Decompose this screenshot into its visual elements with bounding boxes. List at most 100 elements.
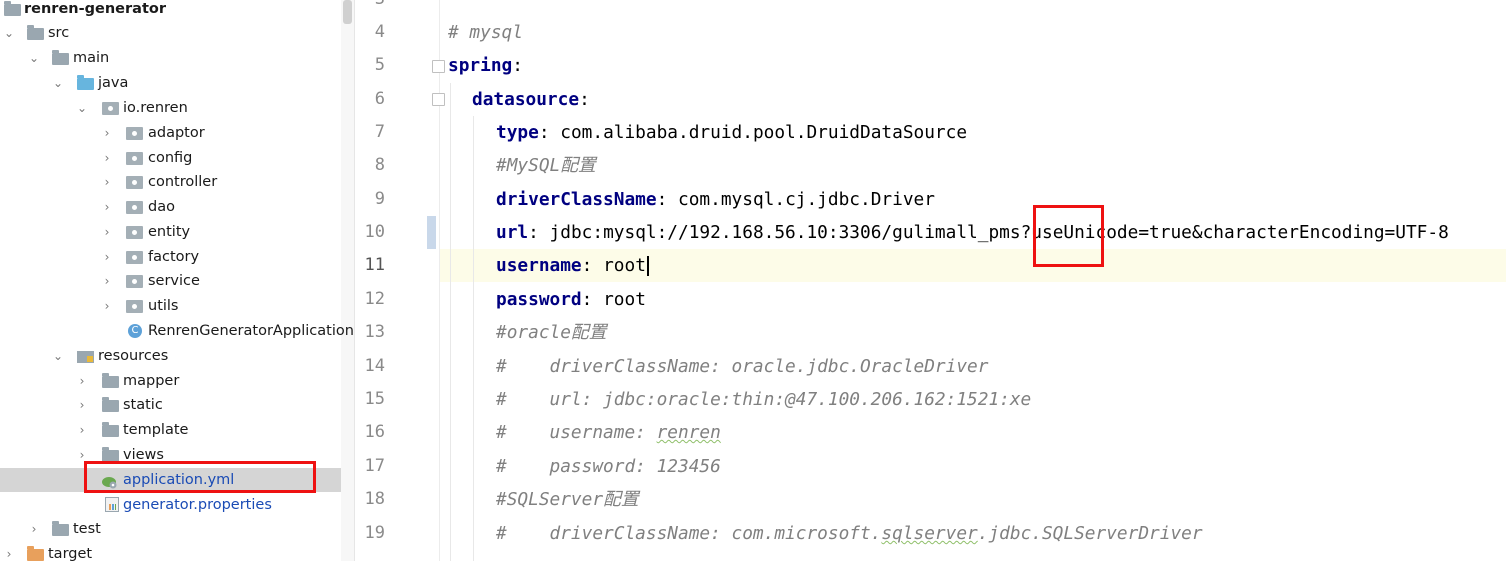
tree-item-entity[interactable]: › entity bbox=[0, 220, 341, 244]
tree-scrollbar-thumb[interactable] bbox=[343, 0, 352, 24]
chevron-right-icon[interactable]: › bbox=[2, 542, 16, 561]
line-number: 17 bbox=[364, 456, 385, 476]
line-number: 6 bbox=[374, 89, 385, 109]
chevron-right-icon[interactable]: › bbox=[100, 269, 114, 293]
folder-icon bbox=[102, 422, 119, 437]
tree-item-test[interactable]: › test bbox=[0, 517, 341, 541]
tree-item-label: src bbox=[48, 25, 70, 41]
tree-item-label: main bbox=[73, 50, 110, 66]
package-icon bbox=[126, 176, 143, 189]
indent-guide bbox=[450, 83, 451, 561]
chevron-down-icon[interactable]: ⌄ bbox=[51, 344, 65, 368]
tree-item-label: utils bbox=[148, 298, 179, 314]
chevron-down-icon[interactable]: ⌄ bbox=[51, 71, 65, 95]
spring-class-icon: C bbox=[128, 324, 142, 338]
line-number: 9 bbox=[374, 189, 385, 209]
tree-item-service[interactable]: › service bbox=[0, 269, 341, 293]
tree-item-java[interactable]: ⌄ java bbox=[0, 71, 341, 95]
chevron-right-icon[interactable]: › bbox=[100, 195, 114, 219]
project-tree-panel: renren-generator ⌄ src ⌄ main ⌄ java ⌄ i… bbox=[0, 0, 355, 561]
chevron-right-icon[interactable]: › bbox=[100, 245, 114, 269]
chevron-right-icon[interactable]: › bbox=[100, 121, 114, 145]
line-number: 7 bbox=[374, 122, 385, 142]
tree-scrollbar[interactable] bbox=[341, 0, 354, 561]
highlight-box-pms bbox=[1033, 205, 1104, 267]
package-icon bbox=[126, 275, 143, 288]
chevron-right-icon[interactable]: › bbox=[100, 294, 114, 318]
tree-item-resources[interactable]: ⌄ resources bbox=[0, 344, 341, 368]
tree-item-main[interactable]: ⌄ main bbox=[0, 46, 341, 70]
code-line-13: #oracle配置 bbox=[496, 322, 607, 343]
tree-item-label: controller bbox=[148, 174, 218, 190]
tree-item-label: factory bbox=[148, 249, 200, 265]
folder-icon bbox=[52, 521, 69, 536]
chevron-down-icon[interactable]: ⌄ bbox=[75, 96, 89, 120]
chevron-right-icon[interactable]: › bbox=[75, 418, 89, 442]
tree-item-renren-generator-application[interactable]: C RenrenGeneratorApplication bbox=[0, 319, 354, 343]
tree-item-label: template bbox=[123, 422, 189, 438]
code-line-14: # driverClassName: oracle.jdbc.OracleDri… bbox=[496, 356, 989, 377]
chevron-right-icon[interactable]: › bbox=[100, 170, 114, 194]
change-marker[interactable] bbox=[427, 216, 436, 249]
resources-folder-icon bbox=[77, 351, 94, 363]
excluded-folder-icon bbox=[27, 546, 44, 561]
code-editor[interactable]: # mysql spring: datasource: type: com.al… bbox=[440, 0, 1506, 561]
folder-icon bbox=[52, 50, 69, 65]
code-line-12: password: root bbox=[496, 289, 646, 310]
tree-item-utils[interactable]: › utils bbox=[0, 294, 341, 318]
tree-item-label: adaptor bbox=[148, 125, 205, 141]
code-line-16: # username: renren bbox=[496, 422, 721, 443]
line-number: 4 bbox=[374, 22, 385, 42]
chevron-right-icon[interactable]: › bbox=[100, 146, 114, 170]
tree-item-static[interactable]: › static bbox=[0, 393, 341, 417]
line-number: 13 bbox=[364, 322, 385, 342]
line-number: 14 bbox=[364, 356, 385, 376]
tree-item-label: test bbox=[73, 521, 101, 537]
tree-item-controller[interactable]: › controller bbox=[0, 170, 341, 194]
project-folder-icon bbox=[4, 1, 21, 16]
code-line-19: # driverClassName: com.microsoft.sqlserv… bbox=[496, 523, 1203, 544]
chevron-right-icon[interactable]: › bbox=[75, 369, 89, 393]
tree-item-dao[interactable]: › dao bbox=[0, 195, 341, 219]
line-number: 10 bbox=[364, 222, 385, 242]
tree-item-io-renren[interactable]: ⌄ io.renren bbox=[0, 96, 341, 120]
tree-item-template[interactable]: › template bbox=[0, 418, 341, 442]
properties-file-icon bbox=[105, 497, 119, 512]
line-number: 12 bbox=[364, 289, 385, 309]
tree-item-adaptor[interactable]: › adaptor bbox=[0, 121, 341, 145]
code-line-10: url: jdbc:mysql://192.168.56.10:3306/gul… bbox=[496, 222, 1449, 243]
chevron-right-icon[interactable]: › bbox=[75, 393, 89, 417]
tree-item-label: renren-generator bbox=[24, 1, 166, 17]
tree-item-src[interactable]: ⌄ src bbox=[0, 21, 341, 45]
code-line-15: # url: jdbc:oracle:thin:@47.100.206.162:… bbox=[496, 389, 1032, 410]
chevron-right-icon[interactable]: › bbox=[100, 220, 114, 244]
tree-item-target[interactable]: › target bbox=[0, 542, 341, 561]
code-line-5: spring: bbox=[448, 55, 523, 76]
chevron-down-icon[interactable]: ⌄ bbox=[2, 21, 16, 45]
tree-item-mapper[interactable]: › mapper bbox=[0, 369, 341, 393]
code-line-18: #SQLServer配置 bbox=[496, 489, 639, 510]
chevron-right-icon[interactable]: › bbox=[27, 517, 41, 541]
line-number: 8 bbox=[374, 155, 385, 175]
code-line-11: username: root bbox=[496, 249, 649, 282]
tree-item-factory[interactable]: › factory bbox=[0, 245, 341, 269]
tree-item-label: java bbox=[98, 75, 129, 91]
editor-gutter: 3 4 5 6 7 8 9 10 11 12 13 14 15 16 17 18… bbox=[355, 0, 440, 561]
package-icon bbox=[126, 300, 143, 313]
tree-item-label: io.renren bbox=[123, 100, 188, 116]
chevron-down-icon[interactable]: ⌄ bbox=[27, 46, 41, 70]
highlight-box-application-yml bbox=[84, 461, 316, 493]
tree-item-label: entity bbox=[148, 224, 191, 240]
folder-icon bbox=[102, 373, 119, 388]
code-line-17: # password: 123456 bbox=[496, 456, 721, 477]
tree-item-renren-generator[interactable]: renren-generator bbox=[0, 0, 341, 21]
package-icon bbox=[126, 127, 143, 140]
tree-item-label: config bbox=[148, 150, 193, 166]
tree-item-label: RenrenGeneratorApplication bbox=[148, 323, 354, 339]
package-icon bbox=[126, 152, 143, 165]
folder-icon bbox=[27, 25, 44, 40]
tree-item-generator-properties[interactable]: generator.properties bbox=[0, 493, 341, 517]
tree-item-config[interactable]: › config bbox=[0, 146, 341, 170]
line-number: 19 bbox=[364, 523, 385, 543]
indent-guide bbox=[473, 116, 474, 561]
